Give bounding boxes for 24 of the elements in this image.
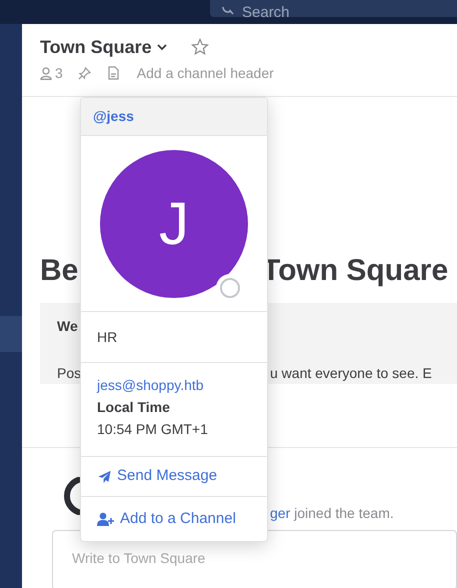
user-link[interactable]: ger bbox=[270, 505, 290, 521]
pin-icon[interactable] bbox=[78, 66, 91, 80]
intro-heading: Town Square bbox=[262, 253, 450, 289]
add-user-icon bbox=[97, 512, 115, 526]
chevron-down-icon[interactable] bbox=[156, 44, 167, 50]
email-link[interactable]: jess@shoppy.htb bbox=[97, 374, 204, 396]
search-field[interactable]: Search bbox=[210, 0, 457, 17]
send-icon bbox=[97, 470, 112, 484]
send-message-button[interactable]: Send Message bbox=[81, 457, 267, 497]
local-time-label: Local Time bbox=[97, 398, 170, 417]
document-icon[interactable] bbox=[108, 66, 119, 80]
member-count[interactable]: 3 bbox=[55, 62, 63, 84]
channel-header-placeholder[interactable]: Add a channel header bbox=[136, 62, 274, 84]
welcome-text: u want everyone to see. E bbox=[270, 364, 433, 383]
welcome-title: We bbox=[57, 318, 78, 334]
intro-heading: Be bbox=[40, 253, 80, 289]
local-time: 10:54 PM GMT+1 bbox=[97, 420, 208, 439]
member-icon[interactable] bbox=[40, 66, 52, 80]
star-icon[interactable] bbox=[190, 38, 209, 56]
position-text: HR bbox=[97, 328, 118, 346]
username-link[interactable]: @jess bbox=[93, 106, 134, 127]
channel-title[interactable]: Town Square bbox=[40, 34, 152, 60]
system-message: joined the team. bbox=[294, 505, 394, 521]
welcome-text: Pos bbox=[57, 364, 82, 383]
